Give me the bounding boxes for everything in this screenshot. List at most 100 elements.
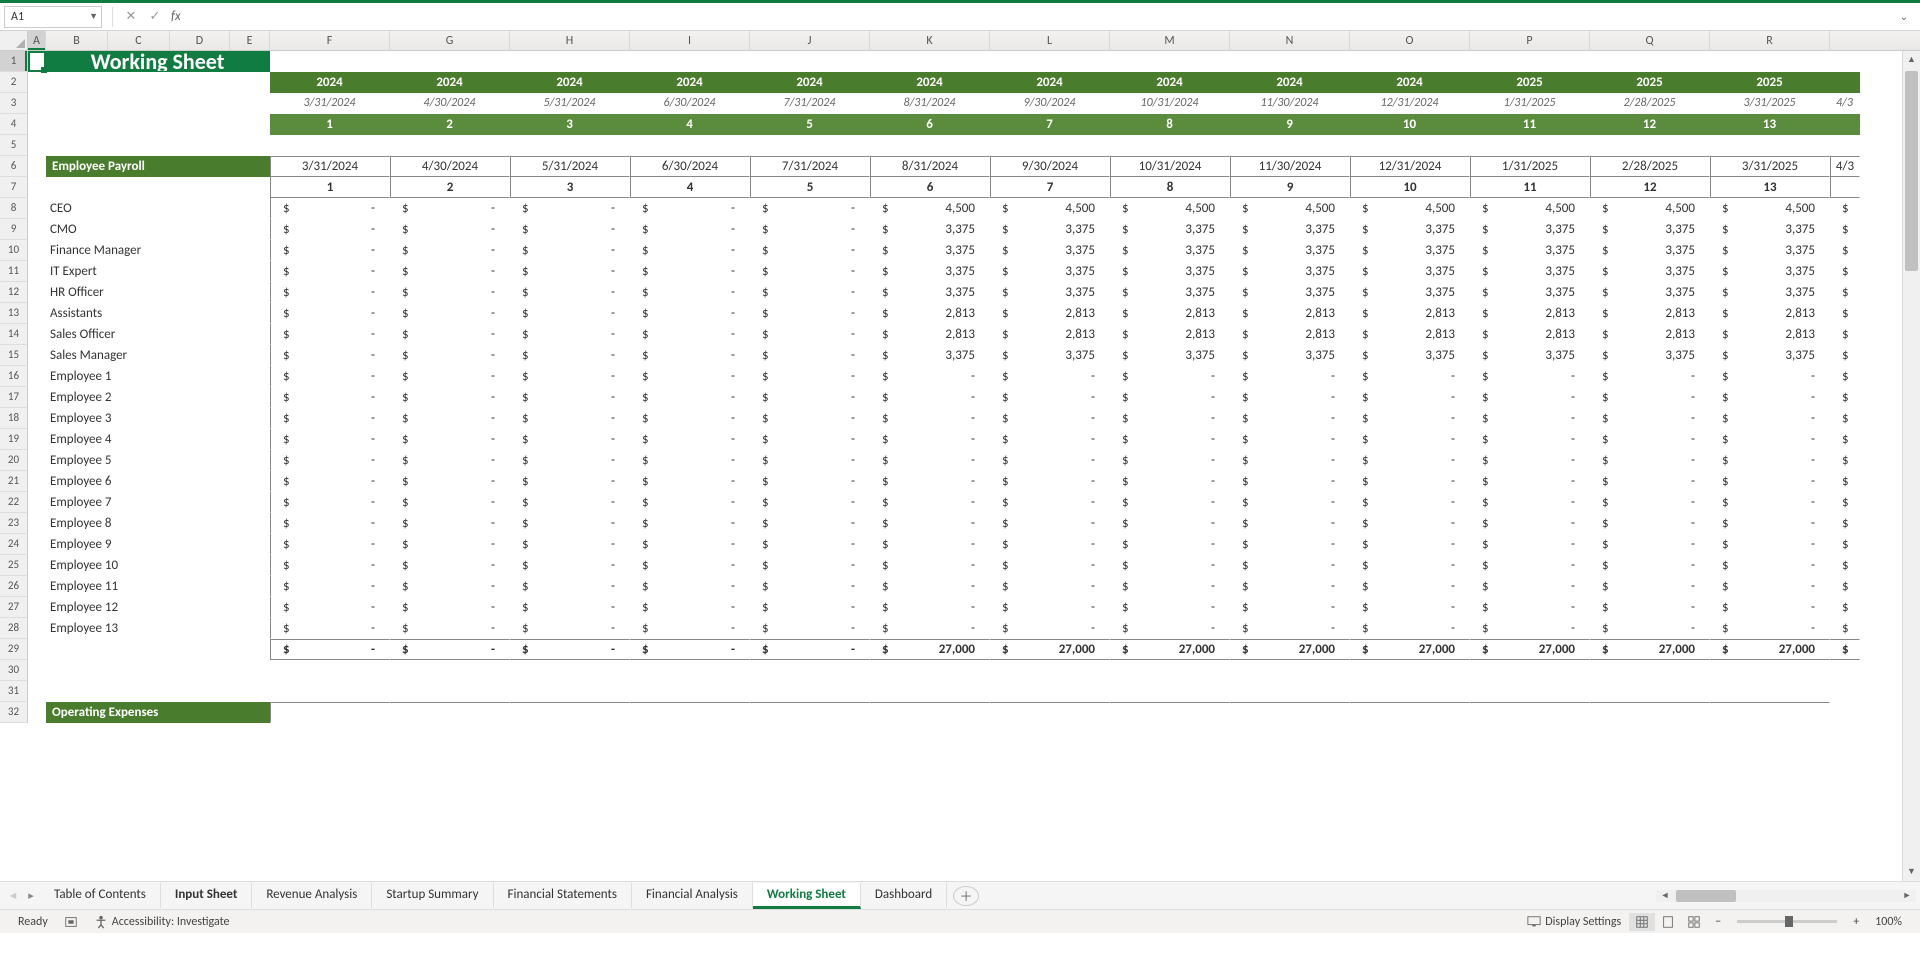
money-cell[interactable]: $4,500 (1110, 198, 1230, 219)
money-cell[interactable]: $- (1110, 492, 1230, 513)
blank-cell[interactable] (990, 51, 1110, 72)
date-header[interactable]: 5/31/2024 (510, 93, 630, 114)
column-header-E[interactable]: E (230, 31, 270, 50)
money-cell[interactable]: $- (630, 576, 750, 597)
money-cell[interactable]: $- (750, 366, 870, 387)
column-header-K[interactable]: K (870, 31, 990, 50)
money-cell-partial[interactable]: $ (1830, 450, 1860, 471)
blank-cell[interactable] (1110, 51, 1230, 72)
display-settings-button[interactable]: Display Settings (1527, 915, 1621, 929)
money-cell[interactable]: $- (750, 429, 870, 450)
blank-cell[interactable] (390, 51, 510, 72)
row-header-22[interactable]: 22 (0, 492, 28, 513)
column-header-Q[interactable]: Q (1590, 31, 1710, 50)
money-cell[interactable]: $- (630, 534, 750, 555)
money-cell[interactable]: $- (1110, 471, 1230, 492)
money-cell[interactable]: $- (1710, 429, 1830, 450)
row-header-25[interactable]: 25 (0, 555, 28, 576)
money-cell[interactable]: $- (390, 471, 510, 492)
payroll-row-label[interactable]: HR Officer (46, 282, 270, 303)
date-header[interactable]: 6/30/2024 (630, 93, 750, 114)
money-cell[interactable]: $2,813 (1110, 303, 1230, 324)
money-cell[interactable]: $- (1470, 597, 1590, 618)
page-break-view-icon[interactable] (1681, 913, 1707, 931)
row-header-10[interactable]: 10 (0, 240, 28, 261)
chevron-down-icon[interactable]: ▼ (89, 11, 98, 22)
year-header[interactable]: 2024 (750, 72, 870, 93)
money-cell[interactable]: $- (1350, 555, 1470, 576)
money-cell[interactable]: $- (390, 261, 510, 282)
row-header-2[interactable]: 2 (0, 72, 28, 93)
money-cell[interactable]: $- (390, 240, 510, 261)
money-cell[interactable]: $- (270, 387, 390, 408)
money-cell[interactable]: $3,375 (1470, 219, 1590, 240)
money-cell[interactable]: $- (390, 345, 510, 366)
row-header-9[interactable]: 9 (0, 219, 28, 240)
accessibility-status[interactable]: Accessibility: Investigate (94, 915, 230, 929)
money-cell[interactable]: $3,375 (1590, 240, 1710, 261)
blank-row[interactable] (28, 681, 1860, 702)
money-cell[interactable]: $3,375 (990, 240, 1110, 261)
table-date-header[interactable]: 5/31/2024 (510, 156, 630, 177)
section-header-opex[interactable]: Operating Expenses (46, 702, 270, 723)
period-index[interactable]: 7 (990, 114, 1110, 135)
money-cell[interactable]: $- (390, 639, 510, 660)
money-cell[interactable]: $- (270, 513, 390, 534)
table-date-header[interactable]: 10/31/2024 (1110, 156, 1230, 177)
column-header-N[interactable]: N (1230, 31, 1350, 50)
money-cell[interactable]: $- (1590, 576, 1710, 597)
cell-gutter[interactable] (28, 534, 46, 555)
date-header[interactable]: 11/30/2024 (1230, 93, 1350, 114)
money-cell[interactable]: $- (1470, 555, 1590, 576)
column-header-D[interactable]: D (170, 31, 230, 50)
sheet-tab-startup-summary[interactable]: Startup Summary (372, 883, 493, 908)
table-date-header[interactable]: 1/31/2025 (1470, 156, 1590, 177)
money-cell[interactable]: $- (750, 303, 870, 324)
money-cell[interactable]: $- (510, 534, 630, 555)
money-cell-partial[interactable]: $ (1830, 597, 1860, 618)
period-index-partial[interactable] (1830, 114, 1860, 135)
money-cell[interactable]: $- (510, 429, 630, 450)
money-cell[interactable]: $- (750, 408, 870, 429)
money-cell[interactable]: $4,500 (1350, 198, 1470, 219)
money-cell[interactable]: $- (510, 555, 630, 576)
money-cell[interactable]: $- (1110, 450, 1230, 471)
money-cell[interactable]: $- (630, 639, 750, 660)
table-index-header[interactable]: 1 (270, 177, 390, 198)
cell-gutter[interactable] (28, 324, 46, 345)
money-cell[interactable]: $- (1230, 513, 1350, 534)
cell-gutter[interactable] (28, 471, 46, 492)
money-cell[interactable]: $- (1110, 513, 1230, 534)
table-index-header[interactable]: 13 (1710, 177, 1830, 198)
cell-gutter[interactable] (28, 282, 46, 303)
money-cell[interactable]: $- (630, 555, 750, 576)
blank-cell[interactable] (510, 51, 630, 72)
money-cell[interactable]: $3,375 (1470, 282, 1590, 303)
row-header-30[interactable]: 30 (0, 660, 28, 681)
tab-nav-first-icon[interactable]: ◄ (4, 889, 22, 902)
money-cell[interactable]: $- (990, 576, 1110, 597)
year-header[interactable]: 2024 (870, 72, 990, 93)
money-cell[interactable]: $- (1350, 492, 1470, 513)
blank-left[interactable] (28, 93, 270, 114)
money-cell[interactable]: $- (390, 366, 510, 387)
money-cell[interactable]: $- (1710, 534, 1830, 555)
blank-cell[interactable] (270, 51, 390, 72)
row-header-8[interactable]: 8 (0, 198, 28, 219)
money-cell[interactable]: $3,375 (1710, 345, 1830, 366)
money-cell-partial[interactable]: $ (1830, 471, 1860, 492)
row-header-17[interactable]: 17 (0, 387, 28, 408)
name-box[interactable]: A1 ▼ (4, 6, 102, 28)
cell-gutter[interactable] (28, 618, 46, 639)
table-index-partial[interactable] (1830, 177, 1860, 198)
money-cell[interactable]: $2,813 (1110, 324, 1230, 345)
money-cell[interactable]: $- (270, 240, 390, 261)
money-cell[interactable]: $3,375 (1710, 240, 1830, 261)
money-cell[interactable]: $- (630, 198, 750, 219)
money-cell[interactable]: $- (750, 198, 870, 219)
period-index[interactable]: 4 (630, 114, 750, 135)
money-cell[interactable]: $4,500 (870, 198, 990, 219)
money-cell[interactable]: $- (870, 597, 990, 618)
total-cell-partial[interactable]: $ (1830, 639, 1860, 660)
money-cell[interactable]: $- (1350, 597, 1470, 618)
